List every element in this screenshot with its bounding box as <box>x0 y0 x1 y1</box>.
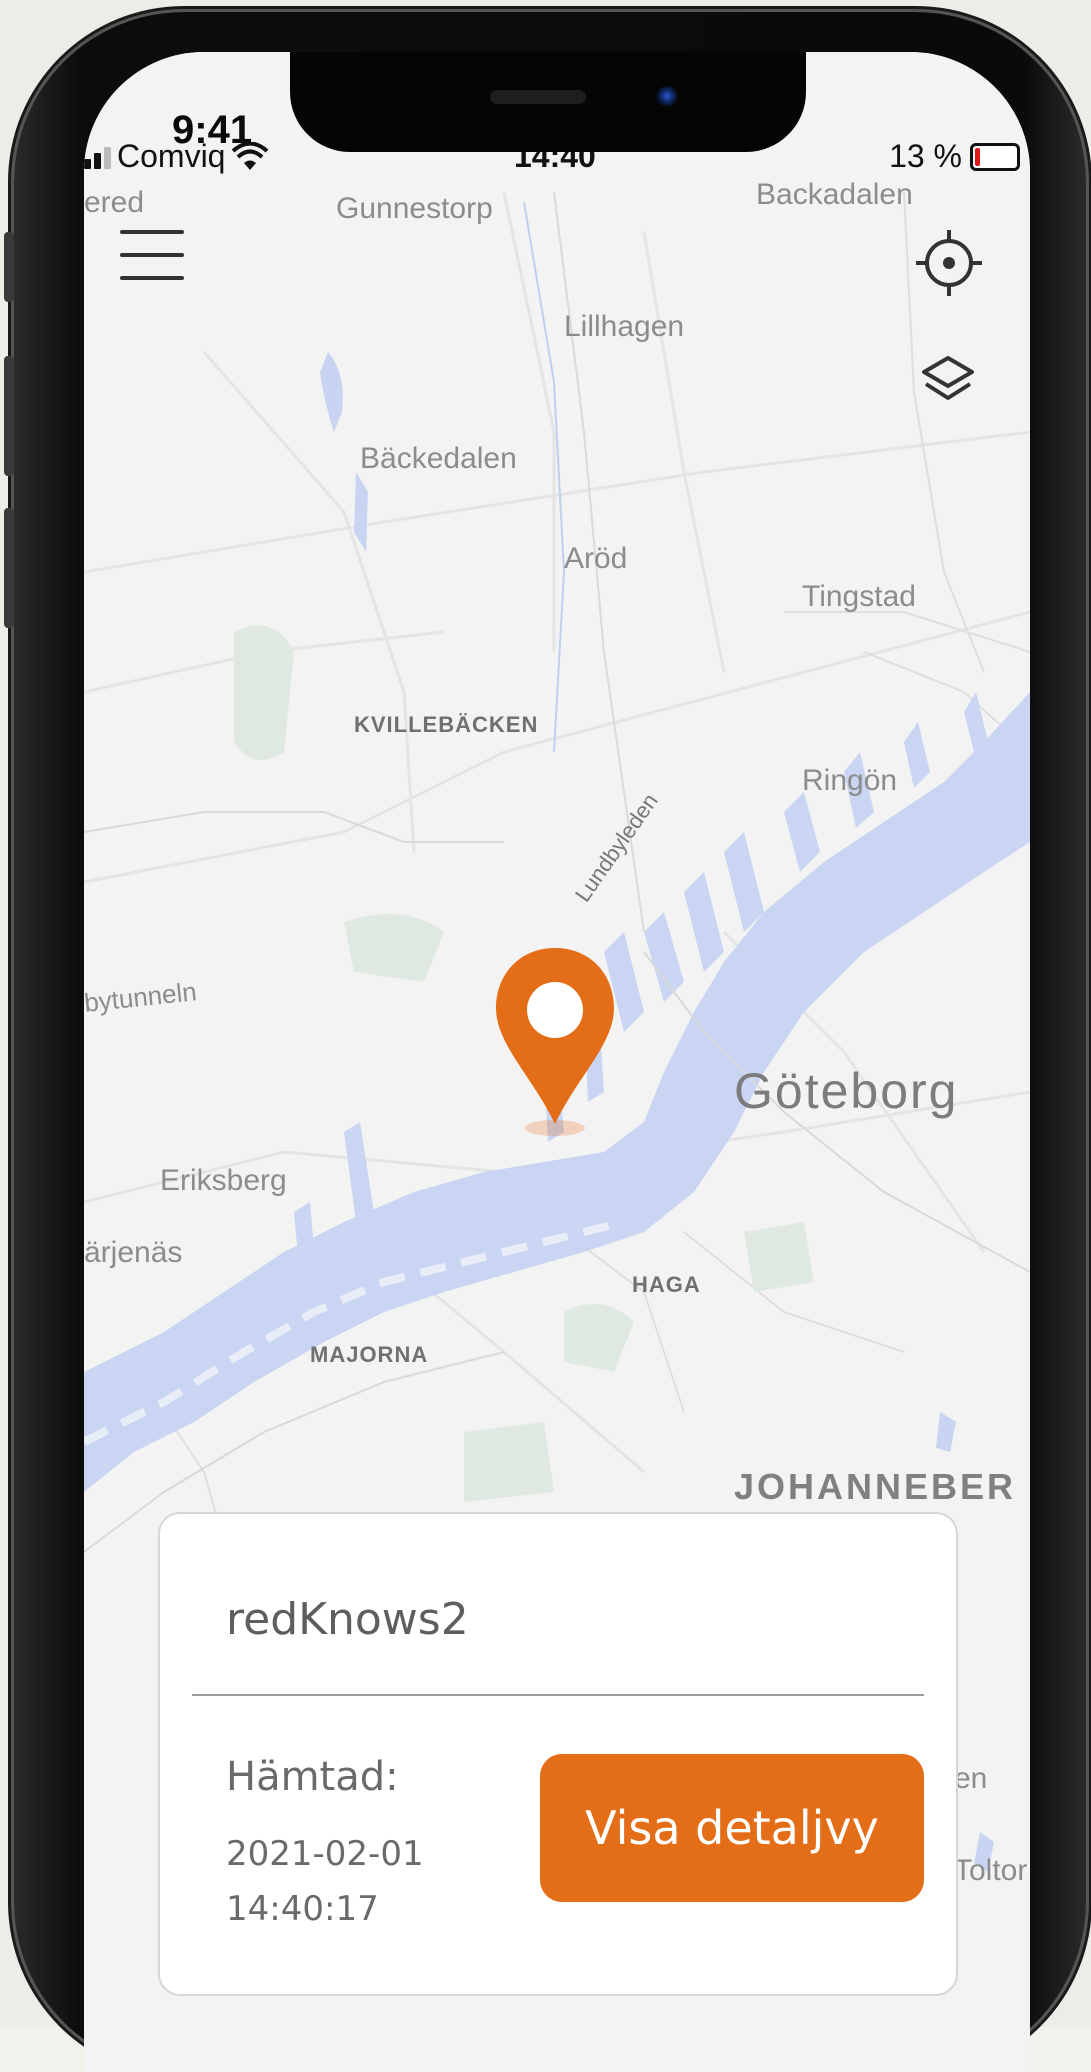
map-label-farjenas: ärjenäs <box>84 1236 183 1269</box>
map-label-haga: HAGA <box>632 1272 701 1297</box>
map-label-kvillebacken: KVILLEBÄCKEN <box>354 712 539 737</box>
map-label-majorna: MAJORNA <box>310 1342 429 1367</box>
phone-notch <box>290 52 806 152</box>
map-pin-icon[interactable] <box>492 948 618 1138</box>
map-label-ringon: Ringön <box>802 764 898 797</box>
device-frame: 9:41 ered Gunnestorp Backadalen Lillhage… <box>0 0 1091 2072</box>
map-label-lillhagen: Lillhagen <box>564 310 685 343</box>
front-camera <box>656 86 678 108</box>
map-label-ered: ered <box>84 186 145 219</box>
fetched-label: Hämtad: <box>226 1754 399 1800</box>
crosshair-locate-icon[interactable] <box>914 228 984 298</box>
mute-switch <box>4 232 14 302</box>
status-bar-right: 13 % <box>889 138 1020 175</box>
signal-strength-icon <box>84 145 111 169</box>
device-name: redKnows2 <box>226 1594 469 1645</box>
battery-percent: 13 % <box>889 138 962 174</box>
hamburger-menu-icon[interactable] <box>120 230 184 280</box>
map-label-gunnestorp: Gunnestorp <box>336 192 493 225</box>
volume-down-button <box>4 508 14 628</box>
fetched-date: 2021-02-01 <box>226 1834 424 1874</box>
map-label-toltor: Toltor <box>954 1854 1028 1887</box>
app-screen: ered Gunnestorp Backadalen Lillhagen Bäc… <box>84 52 1030 2072</box>
map-label-backedalen: Bäckedalen <box>360 442 517 475</box>
fetched-time: 14:40:17 <box>226 1889 379 1929</box>
map-label-goteborg: Göteborg <box>734 1063 959 1119</box>
speaker-grille <box>490 90 586 104</box>
map-label-johanneberg: JOHANNEBER <box>734 1466 1017 1507</box>
card-divider <box>192 1694 924 1696</box>
map-label-tingstad: Tingstad <box>802 580 916 613</box>
map-label-arod: Aröd <box>564 542 628 575</box>
volume-up-button <box>4 356 14 476</box>
map-label-eriksberg: Eriksberg <box>160 1164 287 1197</box>
layers-icon[interactable] <box>918 352 978 412</box>
battery-icon <box>970 142 1020 171</box>
show-details-button[interactable]: Visa detaljvy <box>540 1754 924 1902</box>
map-label-en: en <box>954 1762 988 1795</box>
device-clock: 9:41 <box>172 108 253 152</box>
device-info-card: redKnows2 Hämtad: 2021-02-01 14:40:17 Vi… <box>158 1512 958 1996</box>
map-label-backadalen: Backadalen <box>756 178 913 211</box>
